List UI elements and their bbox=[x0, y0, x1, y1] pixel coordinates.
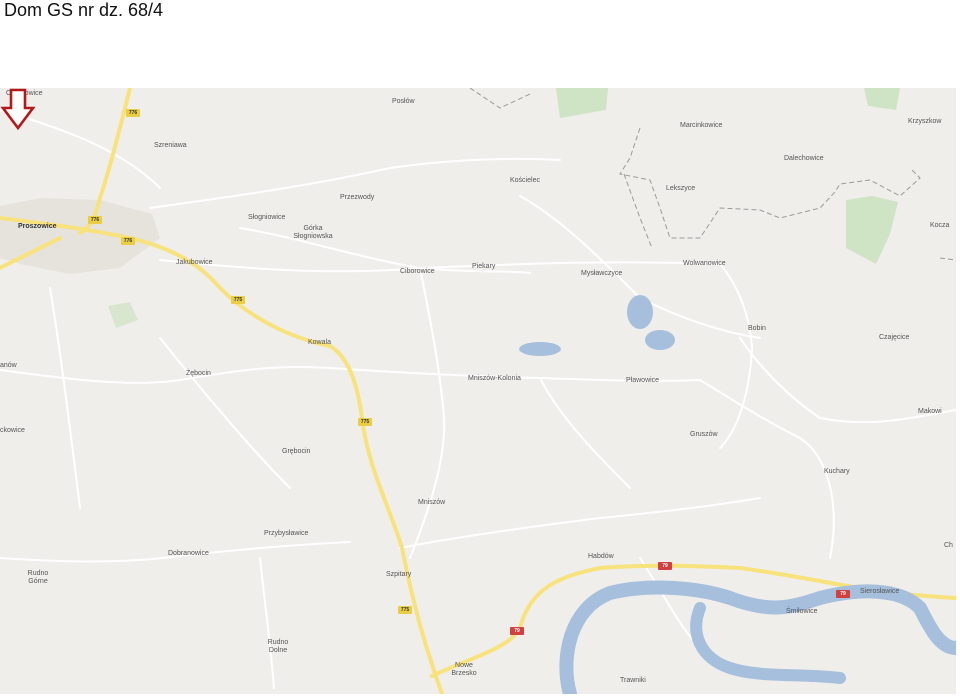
place-label: Szreniawa bbox=[154, 142, 187, 149]
place-label: Mniszów-Kolonia bbox=[468, 375, 521, 382]
place-label: Przybysławice bbox=[264, 530, 309, 537]
road-shield: 775 bbox=[231, 296, 245, 304]
place-label: Dalechowice bbox=[784, 155, 824, 162]
place-label: Gruszów bbox=[690, 431, 718, 438]
place-label: Habdów bbox=[588, 553, 614, 560]
place-label: Ciborowice bbox=[400, 268, 435, 275]
place-label: ckowice bbox=[0, 427, 25, 434]
lake bbox=[519, 342, 561, 356]
place-label: Szpitary bbox=[386, 571, 412, 578]
place-label: Wolwanowice bbox=[683, 260, 726, 267]
page-title: Dom GS nr dz. 68/4 bbox=[4, 0, 164, 20]
place-label: Jakubowice bbox=[176, 259, 213, 266]
place-label: Żębocin bbox=[186, 370, 211, 377]
place-label: Rudno Górne bbox=[27, 570, 49, 585]
place-label: Makowi bbox=[918, 408, 942, 415]
place-label: Kuchary bbox=[824, 468, 850, 475]
forest-area bbox=[864, 88, 900, 110]
place-label: Przezwody bbox=[340, 194, 375, 201]
road-shield: 775 bbox=[398, 606, 412, 614]
place-label: Kościelec bbox=[510, 177, 540, 184]
road-shield: 79 bbox=[510, 627, 524, 635]
place-label: Piekary bbox=[472, 263, 496, 270]
place-label: Dobranowice bbox=[168, 550, 209, 557]
place-label: anów bbox=[0, 362, 17, 369]
road-shield: 79 bbox=[658, 562, 672, 570]
place-label: Rudno Dolne bbox=[267, 639, 289, 654]
road-shield: 776 bbox=[88, 216, 102, 224]
place-label: Proszowice bbox=[18, 223, 57, 230]
road-shield: 776 bbox=[126, 109, 140, 117]
place-label: Lekszyce bbox=[666, 185, 696, 192]
place-label: Górka Słogniowska bbox=[293, 225, 333, 240]
map-layer[interactable] bbox=[0, 88, 956, 694]
place-label: Marcinkowice bbox=[680, 122, 723, 129]
place-label: Czajęcice bbox=[879, 334, 910, 341]
place-label: Mniszów bbox=[418, 499, 446, 506]
place-label: Posłów bbox=[392, 98, 415, 105]
place-label: Sierosławice bbox=[860, 588, 900, 595]
forest-area bbox=[108, 302, 138, 328]
place-label: Mysławczyce bbox=[581, 270, 623, 277]
vistula-river bbox=[690, 602, 846, 684]
arrow-down-icon bbox=[0, 88, 36, 131]
forest-area bbox=[846, 196, 898, 264]
road-shield: 79 bbox=[836, 590, 850, 598]
place-label: Nowe Brzesko bbox=[451, 662, 477, 677]
town-area bbox=[0, 198, 160, 274]
forest-area bbox=[556, 88, 608, 118]
place-label: Trawniki bbox=[620, 677, 646, 684]
place-label: Śmiłowice bbox=[786, 608, 818, 615]
place-label: Grębocin bbox=[282, 448, 311, 455]
place-label: Ch bbox=[944, 542, 953, 549]
lake bbox=[627, 295, 653, 329]
place-label: Kowala bbox=[308, 339, 331, 346]
place-label: Słogniowice bbox=[248, 214, 286, 221]
place-label: Kocza bbox=[930, 222, 950, 229]
lake bbox=[645, 330, 675, 350]
road-shield: 775 bbox=[358, 418, 372, 426]
map-view[interactable]: Opatkowice Posłów Marcinkowice Krzyszkow… bbox=[0, 88, 956, 694]
road-shield: 776 bbox=[121, 237, 135, 245]
place-label: Pławowice bbox=[626, 377, 660, 384]
place-label: Krzyszkow bbox=[908, 118, 942, 125]
place-label-bobin: Bobin bbox=[748, 325, 766, 332]
